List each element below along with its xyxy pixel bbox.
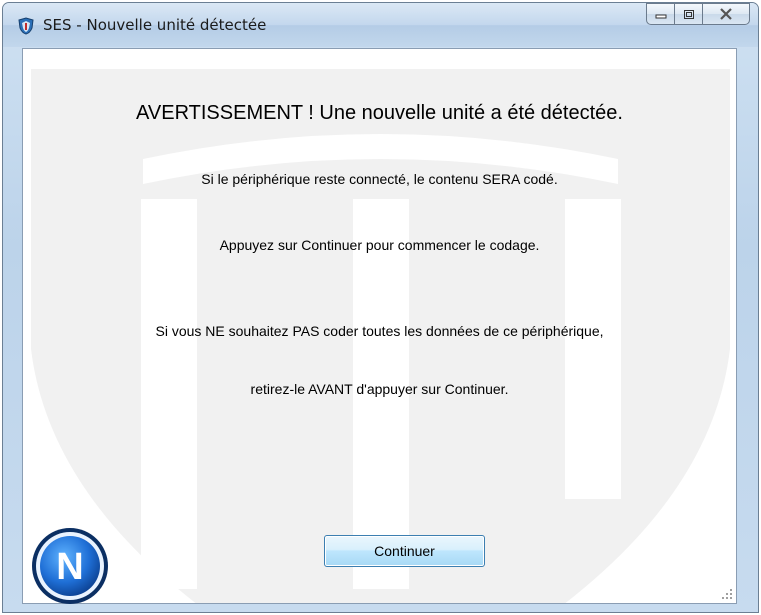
continue-button[interactable]: Continuer: [324, 535, 485, 567]
close-icon: [720, 8, 732, 20]
message-line-2: Appuyez sur Continuer pour commencer le …: [219, 237, 540, 253]
minimize-button[interactable]: [646, 3, 674, 25]
maximize-icon: [683, 9, 694, 19]
maximize-button[interactable]: [674, 3, 702, 25]
message-line-3: Si vous NE souhaitez PAS coder toutes le…: [155, 323, 604, 339]
ses-app-icon[interactable]: [17, 17, 35, 35]
dialog-body: AVERTISSEMENT ! Une nouvelle unité a été…: [22, 48, 737, 604]
message-line-4: retirez-le AVANT d'appuyer sur Continuer…: [250, 381, 509, 397]
resize-grip-icon[interactable]: [721, 588, 733, 600]
badge-letter: N: [56, 546, 83, 588]
minimize-icon: [655, 14, 666, 19]
dialog-window: SES - Nouvelle unité détectée AVERTISSEM…: [2, 2, 759, 613]
n-logo-badge-icon: N: [32, 528, 108, 604]
message-line-1: Si le périphérique reste connecté, le co…: [201, 171, 558, 187]
warning-heading: AVERTISSEMENT ! Une nouvelle unité a été…: [136, 102, 623, 124]
window-title: SES - Nouvelle unité détectée: [43, 16, 267, 34]
caption-buttons: [646, 3, 750, 25]
title-bar[interactable]: SES - Nouvelle unité détectée: [3, 3, 758, 47]
close-button[interactable]: [702, 3, 750, 25]
